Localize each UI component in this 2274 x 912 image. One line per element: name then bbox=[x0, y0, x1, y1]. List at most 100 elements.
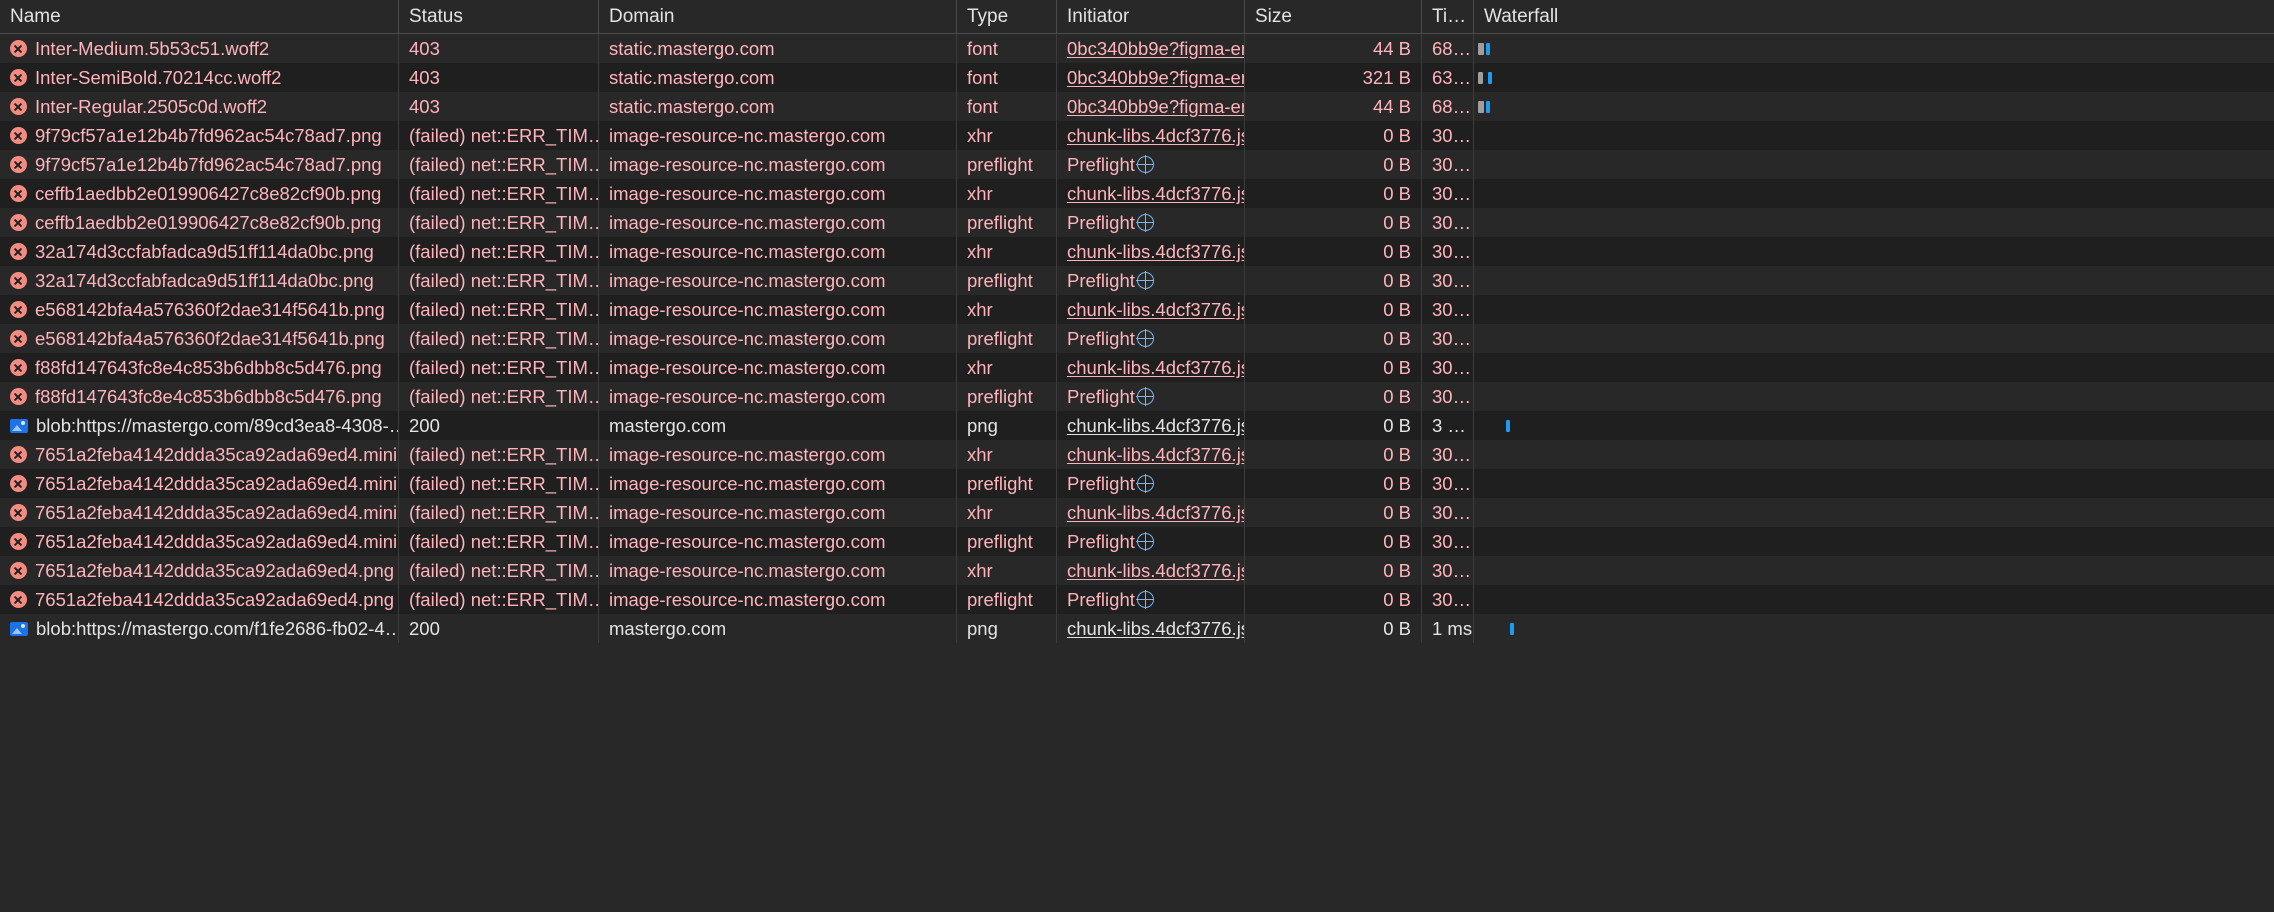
request-initiator-cell[interactable]: Preflight bbox=[1057, 585, 1245, 614]
request-initiator-cell[interactable]: chunk-libs.4dcf3776.js bbox=[1057, 498, 1245, 527]
table-row[interactable]: 7651a2feba4142ddda35ca92ada69ed4.mini.… (… bbox=[0, 440, 2274, 469]
initiator-link[interactable]: chunk-libs.4dcf3776.js bbox=[1067, 498, 1244, 527]
request-initiator-cell[interactable]: chunk-libs.4dcf3776.js bbox=[1057, 411, 1245, 440]
request-waterfall-cell[interactable] bbox=[1474, 179, 2274, 208]
request-waterfall-cell[interactable] bbox=[1474, 34, 2274, 63]
table-row[interactable]: f88fd147643fc8e4c853b6dbb8c5d476.png (fai… bbox=[0, 382, 2274, 411]
request-name-cell[interactable]: 7651a2feba4142ddda35ca92ada69ed4.png bbox=[0, 556, 399, 585]
request-waterfall-cell[interactable] bbox=[1474, 382, 2274, 411]
table-row[interactable]: 7651a2feba4142ddda35ca92ada69ed4.mini.… (… bbox=[0, 498, 2274, 527]
request-waterfall-cell[interactable] bbox=[1474, 266, 2274, 295]
request-initiator-cell[interactable]: chunk-libs.4dcf3776.js bbox=[1057, 121, 1245, 150]
column-header-status[interactable]: Status bbox=[399, 0, 599, 34]
request-name-cell[interactable]: 9f79cf57a1e12b4b7fd962ac54c78ad7.png bbox=[0, 150, 399, 179]
request-name-cell[interactable]: 7651a2feba4142ddda35ca92ada69ed4.mini.… bbox=[0, 498, 399, 527]
request-name-cell[interactable]: e568142bfa4a576360f2dae314f5641b.png bbox=[0, 295, 399, 324]
initiator-link[interactable]: 0bc340bb9e?figma-en bbox=[1067, 63, 1244, 92]
column-header-domain[interactable]: Domain bbox=[599, 0, 957, 34]
table-row[interactable]: 7651a2feba4142ddda35ca92ada69ed4.png (fai… bbox=[0, 556, 2274, 585]
request-name-cell[interactable]: 7651a2feba4142ddda35ca92ada69ed4.mini.… bbox=[0, 469, 399, 498]
request-name-cell[interactable]: 32a174d3ccfabfadca9d51ff114da0bc.png bbox=[0, 266, 399, 295]
request-waterfall-cell[interactable] bbox=[1474, 411, 2274, 440]
table-row[interactable]: 9f79cf57a1e12b4b7fd962ac54c78ad7.png (fai… bbox=[0, 150, 2274, 179]
request-name-cell[interactable]: 9f79cf57a1e12b4b7fd962ac54c78ad7.png bbox=[0, 121, 399, 150]
request-initiator-cell[interactable]: chunk-libs.4dcf3776.js bbox=[1057, 179, 1245, 208]
request-waterfall-cell[interactable] bbox=[1474, 585, 2274, 614]
request-initiator-cell[interactable]: 0bc340bb9e?figma-en bbox=[1057, 92, 1245, 121]
request-name-cell[interactable]: ceffb1aedbb2e019906427c8e82cf90b.png bbox=[0, 179, 399, 208]
initiator-link[interactable]: 0bc340bb9e?figma-en bbox=[1067, 34, 1244, 63]
initiator-link[interactable]: chunk-libs.4dcf3776.js bbox=[1067, 411, 1244, 440]
request-name-cell[interactable]: ceffb1aedbb2e019906427c8e82cf90b.png bbox=[0, 208, 399, 237]
table-row[interactable]: 7651a2feba4142ddda35ca92ada69ed4.png (fai… bbox=[0, 585, 2274, 614]
initiator-link[interactable]: chunk-libs.4dcf3776.js bbox=[1067, 614, 1244, 643]
request-waterfall-cell[interactable] bbox=[1474, 92, 2274, 121]
initiator-link[interactable]: chunk-libs.4dcf3776.js bbox=[1067, 237, 1244, 266]
request-initiator-cell[interactable]: chunk-libs.4dcf3776.js bbox=[1057, 440, 1245, 469]
request-waterfall-cell[interactable] bbox=[1474, 208, 2274, 237]
table-row[interactable]: 32a174d3ccfabfadca9d51ff114da0bc.png (fai… bbox=[0, 237, 2274, 266]
request-name-cell[interactable]: e568142bfa4a576360f2dae314f5641b.png bbox=[0, 324, 399, 353]
request-name-cell[interactable]: 32a174d3ccfabfadca9d51ff114da0bc.png bbox=[0, 237, 399, 266]
table-row[interactable]: f88fd147643fc8e4c853b6dbb8c5d476.png (fai… bbox=[0, 353, 2274, 382]
initiator-link[interactable]: chunk-libs.4dcf3776.js bbox=[1067, 353, 1244, 382]
request-waterfall-cell[interactable] bbox=[1474, 295, 2274, 324]
request-initiator-cell[interactable]: chunk-libs.4dcf3776.js bbox=[1057, 614, 1245, 643]
initiator-link[interactable]: chunk-libs.4dcf3776.js bbox=[1067, 556, 1244, 585]
request-initiator-cell[interactable]: Preflight bbox=[1057, 208, 1245, 237]
request-initiator-cell[interactable]: chunk-libs.4dcf3776.js bbox=[1057, 237, 1245, 266]
request-waterfall-cell[interactable] bbox=[1474, 614, 2274, 643]
request-waterfall-cell[interactable] bbox=[1474, 121, 2274, 150]
initiator-link[interactable]: 0bc340bb9e?figma-en bbox=[1067, 92, 1244, 121]
request-waterfall-cell[interactable] bbox=[1474, 469, 2274, 498]
request-waterfall-cell[interactable] bbox=[1474, 150, 2274, 179]
table-row[interactable]: ceffb1aedbb2e019906427c8e82cf90b.png (fai… bbox=[0, 179, 2274, 208]
request-waterfall-cell[interactable] bbox=[1474, 498, 2274, 527]
table-row[interactable]: e568142bfa4a576360f2dae314f5641b.png (fai… bbox=[0, 324, 2274, 353]
request-initiator-cell[interactable]: 0bc340bb9e?figma-en bbox=[1057, 34, 1245, 63]
request-name-cell[interactable]: blob:https://mastergo.com/f1fe2686-fb02-… bbox=[0, 614, 399, 643]
column-header-size[interactable]: Size bbox=[1245, 0, 1422, 34]
request-name-cell[interactable]: Inter-SemiBold.70214cc.woff2 bbox=[0, 63, 399, 92]
request-initiator-cell[interactable]: chunk-libs.4dcf3776.js bbox=[1057, 295, 1245, 324]
request-name-cell[interactable]: Inter-Regular.2505c0d.woff2 bbox=[0, 92, 399, 121]
request-waterfall-cell[interactable] bbox=[1474, 324, 2274, 353]
initiator-link[interactable]: chunk-libs.4dcf3776.js bbox=[1067, 440, 1244, 469]
request-initiator-cell[interactable]: Preflight bbox=[1057, 527, 1245, 556]
request-initiator-cell[interactable]: 0bc340bb9e?figma-en bbox=[1057, 63, 1245, 92]
table-row[interactable]: blob:https://mastergo.com/89cd3ea8-4308-… bbox=[0, 411, 2274, 440]
column-header-name[interactable]: Name bbox=[0, 0, 399, 34]
request-name-cell[interactable]: blob:https://mastergo.com/89cd3ea8-4308-… bbox=[0, 411, 399, 440]
request-waterfall-cell[interactable] bbox=[1474, 353, 2274, 382]
request-initiator-cell[interactable]: Preflight bbox=[1057, 382, 1245, 411]
request-initiator-cell[interactable]: Preflight bbox=[1057, 324, 1245, 353]
request-waterfall-cell[interactable] bbox=[1474, 63, 2274, 92]
initiator-link[interactable]: chunk-libs.4dcf3776.js bbox=[1067, 121, 1244, 150]
request-name-cell[interactable]: 7651a2feba4142ddda35ca92ada69ed4.png bbox=[0, 585, 399, 614]
initiator-link[interactable]: chunk-libs.4dcf3776.js bbox=[1067, 295, 1244, 324]
column-header-type[interactable]: Type bbox=[957, 0, 1057, 34]
column-header-time[interactable]: Ti… bbox=[1422, 0, 1474, 34]
table-row[interactable]: 7651a2feba4142ddda35ca92ada69ed4.mini.… (… bbox=[0, 469, 2274, 498]
request-initiator-cell[interactable]: Preflight bbox=[1057, 266, 1245, 295]
request-initiator-cell[interactable]: Preflight bbox=[1057, 150, 1245, 179]
request-name-cell[interactable]: 7651a2feba4142ddda35ca92ada69ed4.mini.… bbox=[0, 440, 399, 469]
request-waterfall-cell[interactable] bbox=[1474, 527, 2274, 556]
request-name-cell[interactable]: f88fd147643fc8e4c853b6dbb8c5d476.png bbox=[0, 353, 399, 382]
request-waterfall-cell[interactable] bbox=[1474, 440, 2274, 469]
table-row[interactable]: Inter-SemiBold.70214cc.woff2 403 static.ma… bbox=[0, 63, 2274, 92]
request-waterfall-cell[interactable] bbox=[1474, 237, 2274, 266]
request-name-cell[interactable]: f88fd147643fc8e4c853b6dbb8c5d476.png bbox=[0, 382, 399, 411]
table-row[interactable]: 7651a2feba4142ddda35ca92ada69ed4.mini.… (… bbox=[0, 527, 2274, 556]
table-row[interactable]: Inter-Medium.5b53c51.woff2 403 static.mast… bbox=[0, 34, 2274, 63]
table-row[interactable]: 9f79cf57a1e12b4b7fd962ac54c78ad7.png (fai… bbox=[0, 121, 2274, 150]
column-header-waterfall[interactable]: Waterfall bbox=[1474, 0, 2274, 34]
request-name-cell[interactable]: Inter-Medium.5b53c51.woff2 bbox=[0, 34, 399, 63]
table-row[interactable]: blob:https://mastergo.com/f1fe2686-fb02-… bbox=[0, 614, 2274, 643]
table-row[interactable]: ceffb1aedbb2e019906427c8e82cf90b.png (fai… bbox=[0, 208, 2274, 237]
table-row[interactable]: e568142bfa4a576360f2dae314f5641b.png (fai… bbox=[0, 295, 2274, 324]
request-initiator-cell[interactable]: chunk-libs.4dcf3776.js bbox=[1057, 353, 1245, 382]
request-initiator-cell[interactable]: Preflight bbox=[1057, 469, 1245, 498]
request-name-cell[interactable]: 7651a2feba4142ddda35ca92ada69ed4.mini.… bbox=[0, 527, 399, 556]
request-initiator-cell[interactable]: chunk-libs.4dcf3776.js bbox=[1057, 556, 1245, 585]
